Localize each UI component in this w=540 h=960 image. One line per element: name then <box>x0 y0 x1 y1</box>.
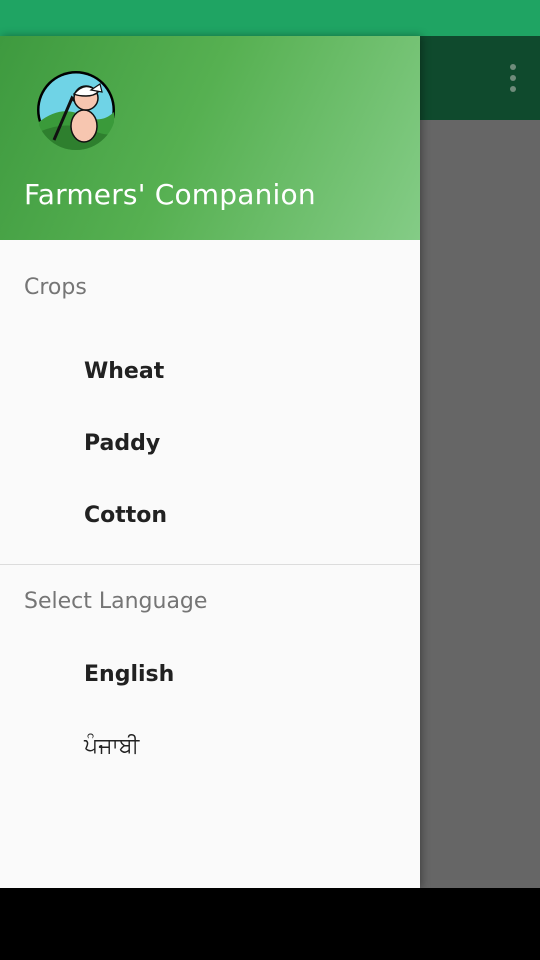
crops-items: Wheat Paddy Cotton <box>0 336 420 564</box>
menu-item-punjabi[interactable]: ਪੰਜਾਬੀ <box>0 711 420 783</box>
overflow-dot <box>510 86 516 92</box>
status-bar <box>0 0 540 36</box>
farmer-logo-icon <box>36 70 116 150</box>
menu-item-cotton[interactable]: Cotton <box>0 480 420 552</box>
menu-item-english[interactable]: English <box>0 639 420 711</box>
overflow-dot <box>510 64 516 70</box>
menu-item-paddy[interactable]: Paddy <box>0 408 420 480</box>
menu-item-wheat[interactable]: Wheat <box>0 336 420 408</box>
section-title-crops: Crops <box>24 275 87 300</box>
section-title-language: Select Language <box>24 589 208 614</box>
navigation-drawer: Farmers' Companion Crops Wheat Paddy Cot… <box>0 36 420 888</box>
system-navigation-bar <box>0 888 540 960</box>
drawer-header: Farmers' Companion <box>0 36 420 240</box>
language-section: Select Language English ਪੰਜਾਬੀ <box>0 565 420 795</box>
app-name: Farmers' Companion <box>24 178 316 211</box>
crops-section: Crops Wheat Paddy Cotton <box>0 240 420 564</box>
overflow-dot <box>510 75 516 81</box>
more-vert-icon[interactable] <box>506 64 520 92</box>
language-items: English ਪੰਜਾਬੀ <box>0 639 420 795</box>
screen: Farmers' Companion Crops Wheat Paddy Cot… <box>0 0 540 960</box>
